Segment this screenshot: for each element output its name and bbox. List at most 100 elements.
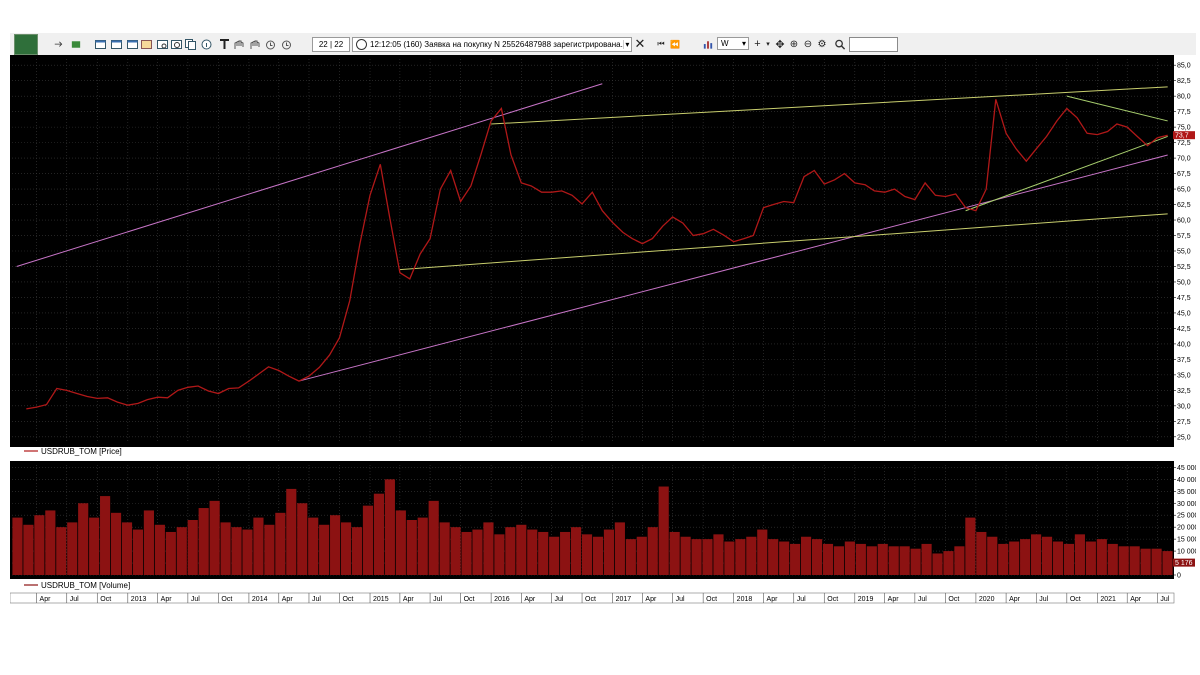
volume-bar [143, 510, 154, 575]
zoom-out-icon[interactable]: ⊖ [802, 37, 814, 51]
volume-bar [1074, 534, 1085, 575]
crosshair-icon[interactable]: + [752, 37, 763, 51]
x-tick-label: Oct [827, 596, 838, 603]
chart-area[interactable]: 25,0 27,5 30,0 32,5 35,0 37,5 40,0 42,5 45,0 47,5… [10, 55, 1196, 608]
x-tick-label: Oct [585, 596, 596, 603]
app-icon[interactable] [14, 34, 38, 55]
volume-bar [735, 539, 746, 575]
y-tick-label: 50,0 [1177, 279, 1191, 286]
prev-bar-icon[interactable]: ⏪ [669, 37, 681, 51]
search-doc-icon[interactable] [156, 37, 169, 51]
volume-bar [669, 531, 680, 575]
x-tick-label: Oct [706, 596, 717, 603]
alarm-icon[interactable] [280, 37, 293, 51]
volume-bar [23, 524, 34, 575]
volume-bar [428, 500, 439, 575]
volume-bar [362, 505, 374, 575]
volume-bar [220, 522, 231, 575]
volume-bar [406, 520, 417, 575]
volume-bar [1020, 539, 1031, 575]
volume-bar [110, 512, 122, 575]
volume-bar [527, 529, 538, 575]
volume-bar [549, 536, 560, 575]
copy-icon[interactable] [184, 37, 197, 51]
search-input[interactable] [849, 37, 898, 52]
x-tick-label: Apr [767, 596, 779, 603]
volume-bar [209, 500, 220, 575]
move-icon[interactable]: ✥ [774, 37, 786, 51]
volume-bar [417, 517, 428, 575]
y-tick-label: 55,0 [1177, 249, 1191, 256]
volume-bar [505, 527, 516, 575]
volume-bar [494, 534, 505, 575]
close-icon[interactable]: ✕ [634, 36, 646, 51]
settings-icon[interactable]: ⚙ [816, 37, 828, 51]
y-tick-label: 60,0 [1177, 218, 1191, 225]
chevron-down-icon[interactable]: ▾ [622, 40, 631, 49]
magnifier-icon[interactable] [834, 37, 846, 51]
x-tick-label: Oct [342, 596, 353, 603]
portfolio-icon[interactable] [140, 37, 153, 51]
volume-bar [242, 529, 253, 575]
y-tick-label: 80,0 [1177, 94, 1191, 101]
x-tick-label: 2021 [1100, 596, 1116, 603]
volume-bar [647, 527, 658, 575]
volume-bar [943, 551, 954, 575]
y-tick-label: 25 000 [1177, 513, 1196, 520]
volume-bar [1063, 543, 1075, 575]
info-icon[interactable] [200, 37, 213, 51]
x-tick-label: Jul [918, 596, 927, 603]
chart-type-icon[interactable] [702, 37, 714, 51]
volume-bar [724, 541, 735, 575]
volume-bar [570, 527, 582, 575]
window-icon[interactable] [126, 37, 139, 51]
x-tick-label: Jul [433, 596, 442, 603]
y-tick-label: 15 000 [1177, 537, 1196, 544]
volume-bar [581, 534, 593, 575]
volume-bar [165, 531, 176, 575]
volume-bar [592, 536, 604, 575]
zoom-in-icon[interactable]: ⊕ [788, 37, 800, 51]
hand-icon[interactable] [248, 37, 261, 51]
connect-icon[interactable] [70, 37, 82, 51]
hand-icon[interactable] [232, 37, 245, 51]
alarm-icon[interactable] [264, 37, 277, 51]
volume-bar [198, 508, 209, 575]
volume-bar [297, 503, 308, 575]
first-bar-icon[interactable]: ⏮ [655, 37, 667, 51]
volume-bar [855, 543, 866, 575]
zoom-doc-icon[interactable] [170, 37, 183, 51]
y-tick-label: 75,0 [1177, 125, 1191, 132]
volume-bar [888, 546, 899, 575]
volume-bar [921, 543, 932, 575]
text-tool-icon[interactable] [218, 37, 231, 51]
chevron-down-icon[interactable]: ▾ [764, 37, 772, 51]
x-tick-label: Oct [464, 596, 475, 603]
message-dropdown[interactable]: 12:12:05 (160) Заявка на покупку N 25526… [352, 37, 632, 52]
x-tick-label: Apr [40, 596, 52, 603]
volume-bar [286, 488, 297, 575]
timeframe-select[interactable]: W ▾ [717, 37, 749, 50]
window-icon[interactable] [94, 37, 107, 51]
y-tick-label: 10 000 [1177, 549, 1196, 556]
volume-bar [998, 543, 1009, 575]
x-tick-label: Apr [1009, 596, 1021, 603]
window-icon[interactable] [110, 37, 123, 51]
x-tick-label: Oct [100, 596, 111, 603]
volume-bar [395, 510, 406, 575]
x-tick-label: Jul [555, 596, 564, 603]
volume-bar [1140, 548, 1151, 575]
volume-bar [384, 479, 395, 575]
volume-bar [319, 524, 330, 575]
x-tick-label: Oct [948, 596, 959, 603]
volume-bar [965, 517, 976, 575]
volume-bar [231, 527, 242, 575]
y-tick-label: 25,0 [1177, 434, 1191, 441]
y-tick-label: 40 000 [1177, 477, 1196, 484]
volume-bar [1052, 541, 1064, 575]
arrow-icon[interactable] [54, 37, 64, 51]
volume-bar [1151, 548, 1162, 575]
volume-bar [603, 529, 615, 575]
volume-bar [516, 524, 527, 575]
y-tick-label: 67,5 [1177, 171, 1191, 178]
